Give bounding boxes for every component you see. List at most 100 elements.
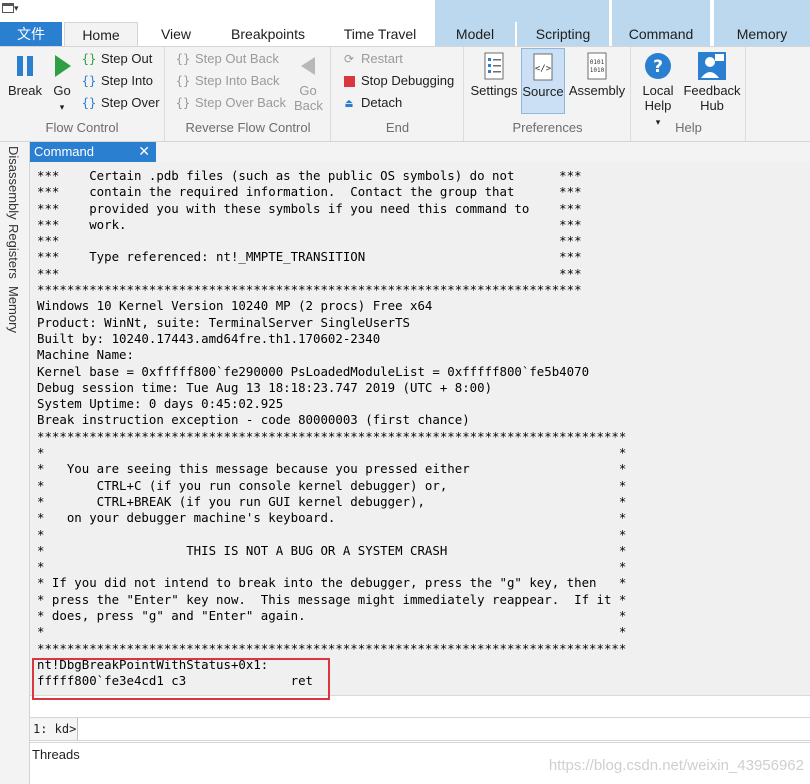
feedback-hub-label: Feedback Hub (683, 83, 741, 113)
watermark: https://blog.csdn.net/weixin_43956962 (548, 757, 804, 774)
source-button[interactable]: </> Source (521, 48, 565, 114)
side-tab-memory[interactable]: Memory (6, 286, 21, 333)
ribbon: Break Go ▾ {} Step Out {} Step Into {} Step… (0, 46, 810, 142)
group-end: ⟳ Restart Stop Debugging ⏏ Detach End (332, 47, 464, 141)
tab-breakpoints[interactable]: Breakpoints (218, 22, 318, 46)
command-output-text: *** Certain .pdb files (such as the publ… (37, 168, 627, 689)
side-tab-registers[interactable]: Registers (6, 224, 21, 279)
side-tool-window-bar: Disassembly Registers Memory (0, 142, 30, 784)
step-out-label: Step Out (101, 51, 153, 66)
group-reverse-flow-control: {} Step Out Back {} Step Into Back {} Step … (166, 47, 331, 141)
play-icon (55, 55, 71, 77)
break-button[interactable]: Break (6, 51, 44, 98)
step-out-back-label: Step Out Back (195, 51, 279, 66)
context-tab-band-memory (714, 0, 810, 22)
tab-file[interactable]: 文件 (0, 22, 62, 46)
svg-text:0101: 0101 (590, 59, 605, 66)
tab-scripting[interactable]: Scripting (517, 22, 609, 46)
step-into-back-label: Step Into Back (195, 73, 280, 88)
go-button[interactable]: Go ▾ (48, 51, 76, 115)
step-out-back-icon: {} (175, 52, 191, 66)
step-out-back-button[interactable]: {} Step Out Back (174, 49, 279, 69)
command-input-row: 1: kd> (30, 717, 810, 741)
tab-command[interactable]: Command (612, 22, 710, 46)
go-back-label: Go Back (294, 83, 323, 113)
chevron-down-icon: ▾ (59, 102, 65, 112)
context-tab-band-command (612, 0, 710, 22)
source-label: Source (522, 84, 564, 99)
restart-icon: ⟳ (343, 52, 355, 66)
play-back-icon (301, 57, 315, 75)
svg-text:1010: 1010 (590, 67, 605, 74)
pause-icon (17, 56, 33, 76)
group-help: ? Local Help▾ Feedback Hub Help (632, 47, 746, 141)
tab-home[interactable]: Home (64, 22, 138, 47)
reverse-flow-control-group-label: Reverse Flow Control (185, 120, 311, 135)
stop-icon (340, 71, 358, 91)
svg-text:?: ? (653, 57, 663, 77)
group-flow-control: Break Go ▾ {} Step Out {} Step Into {} Step… (0, 47, 165, 141)
settings-button[interactable]: Settings (469, 51, 519, 98)
step-into-icon: {} (81, 74, 97, 88)
break-button-label: Break (8, 83, 42, 98)
restart-label: Restart (361, 51, 403, 66)
feedback-hub-icon (698, 52, 726, 80)
local-help-label: Local Help (642, 83, 674, 113)
group-preferences: Settings </> Source 0101 1010 Assembly Pr… (465, 47, 631, 141)
step-into-button[interactable]: {} Step Into (80, 71, 153, 91)
step-over-button[interactable]: {} Step Over (80, 93, 160, 113)
step-over-back-button[interactable]: {} Step Over Back (174, 93, 286, 113)
tab-model[interactable]: Model (435, 22, 515, 46)
tab-time-travel[interactable]: Time Travel (330, 22, 430, 46)
eject-icon: ⏏ (345, 96, 353, 110)
command-input[interactable] (80, 719, 806, 739)
step-over-icon: {} (81, 96, 97, 110)
settings-list-icon (484, 52, 504, 80)
step-over-back-label: Step Over Back (195, 95, 287, 110)
assembly-binary-icon: 01011010 (587, 52, 607, 80)
svg-text:</>: </> (535, 64, 552, 74)
flow-control-group-label: Flow Control (45, 120, 119, 135)
restart-button[interactable]: ⟳ Restart (340, 49, 403, 69)
command-prompt: 1: kd> (30, 718, 78, 740)
step-over-back-icon: {} (175, 96, 191, 110)
help-group-label: Help (675, 120, 702, 135)
source-code-icon: </> (533, 53, 553, 81)
assembly-button[interactable]: 0101 1010 Assembly (567, 51, 627, 98)
threads-panel-label[interactable]: Threads (32, 747, 80, 762)
step-into-back-icon: {} (175, 74, 191, 88)
step-out-button[interactable]: {} Step Out (80, 49, 153, 69)
tab-view[interactable]: View (142, 22, 210, 46)
go-back-button[interactable]: Go Back (292, 51, 324, 113)
go-button-label: Go (53, 83, 71, 98)
stop-debugging-button[interactable]: Stop Debugging (340, 71, 454, 91)
command-window-tab-label: Command (34, 144, 94, 159)
detach-button[interactable]: ⏏ Detach (340, 93, 402, 113)
highlight-box (32, 658, 330, 700)
title-bar: ▾ (0, 0, 810, 22)
step-out-icon: {} (81, 52, 97, 66)
threads-panel: Threads https://blog.csdn.net/weixin_439… (30, 742, 810, 784)
context-tab-band-model-scripting (435, 0, 609, 22)
local-help-button[interactable]: ? Local Help▾ (636, 51, 680, 130)
step-into-label: Step Into (101, 73, 154, 88)
end-group-label: End (385, 120, 410, 135)
settings-label: Settings (470, 83, 518, 98)
step-into-back-button[interactable]: {} Step Into Back (174, 71, 280, 91)
ribbon-tab-row: 文件 Home View Breakpoints Time Travel Mod… (0, 22, 810, 47)
side-tab-disassembly[interactable]: Disassembly (6, 146, 21, 220)
command-output[interactable]: *** Certain .pdb files (such as the publ… (30, 162, 810, 696)
chevron-down-icon: ▾ (14, 2, 19, 13)
close-icon[interactable]: ✕ (138, 142, 150, 161)
document-tab-bar: Command ✕ (30, 142, 810, 162)
detach-label: Detach (361, 95, 403, 110)
preferences-group-label: Preferences (512, 120, 583, 135)
tab-command-window[interactable]: Command ✕ (30, 142, 156, 162)
help-icon: ? (645, 53, 671, 79)
window-icon (2, 3, 14, 14)
quick-access-toolbar[interactable]: ▾ (2, 2, 28, 20)
tab-memory[interactable]: Memory (714, 22, 810, 46)
step-over-label: Step Over (101, 95, 160, 110)
assembly-label: Assembly (568, 83, 626, 98)
feedback-hub-button[interactable]: Feedback Hub (682, 51, 742, 113)
